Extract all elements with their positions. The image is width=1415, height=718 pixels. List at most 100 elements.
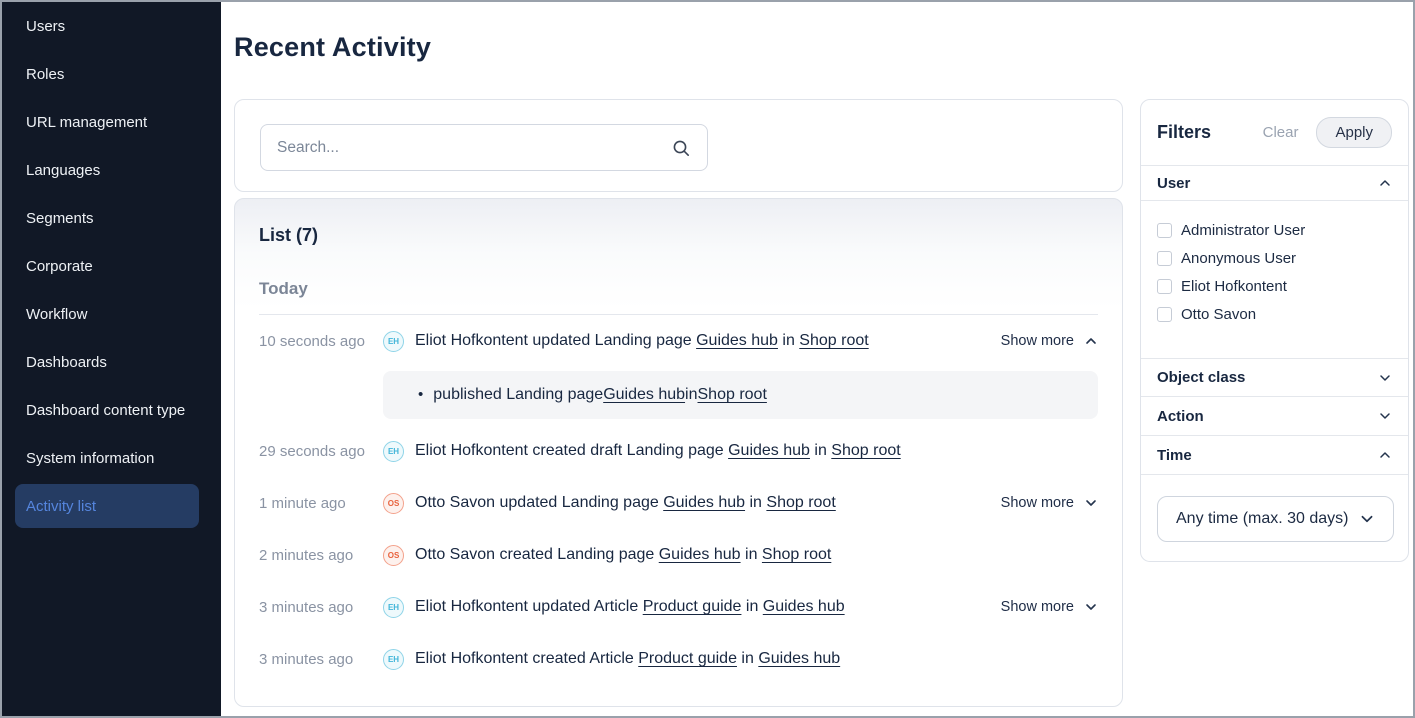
- checkbox[interactable]: [1157, 223, 1172, 238]
- activity-row: 29 seconds ago EH Eliot Hofkontent creat…: [259, 425, 1098, 477]
- sidebar-item-dashboards[interactable]: Dashboards: [2, 338, 221, 386]
- content-link[interactable]: Guides hub: [603, 386, 685, 404]
- avatar-os: OS: [383, 545, 404, 566]
- content-link[interactable]: Guides hub: [696, 332, 778, 349]
- activity-timestamp: 29 seconds ago: [259, 443, 383, 460]
- group-label-today: Today: [259, 279, 1098, 299]
- user-option-anonymous[interactable]: Anonymous User: [1157, 250, 1392, 267]
- activity-text: Eliot Hofkontent created Article: [415, 650, 638, 667]
- show-more-toggle[interactable]: Show more: [1001, 599, 1098, 615]
- checkbox-label: Anonymous User: [1181, 250, 1296, 267]
- search-icon[interactable]: [671, 138, 691, 158]
- location-link[interactable]: Shop root: [762, 546, 831, 563]
- detail-text: published Landing page: [433, 386, 603, 404]
- activity-row: 10 seconds ago EH Eliot Hofkontent updat…: [259, 315, 1098, 367]
- show-more-label: Show more: [1001, 599, 1074, 615]
- checkbox-label: Eliot Hofkontent: [1181, 278, 1287, 295]
- search-card: [234, 99, 1123, 192]
- activity-description: Otto Savon created Landing page Guides h…: [415, 546, 1098, 564]
- sidebar-item-segments[interactable]: Segments: [2, 194, 221, 242]
- filters-panel: Filters Clear Apply User Administrator U…: [1140, 99, 1409, 562]
- search-input[interactable]: [277, 139, 671, 157]
- content-link[interactable]: Product guide: [643, 598, 742, 615]
- sidebar-item-roles[interactable]: Roles: [2, 50, 221, 98]
- filters-header: Filters Clear Apply: [1141, 100, 1408, 166]
- activity-text: in: [737, 650, 758, 667]
- activity-list-card: List (7) Today 10 seconds ago EH Eliot H…: [234, 198, 1123, 707]
- activity-text: Eliot Hofkontent created draft Landing p…: [415, 442, 728, 459]
- checkbox[interactable]: [1157, 279, 1172, 294]
- chevron-down-icon: [1084, 600, 1098, 614]
- filter-section-label: Object class: [1157, 369, 1245, 386]
- checkbox-label: Otto Savon: [1181, 306, 1256, 323]
- chevron-up-icon: [1084, 334, 1098, 348]
- time-range-value: Any time (max. 30 days): [1176, 510, 1359, 528]
- avatar-eh: EH: [383, 331, 404, 352]
- activity-description: Eliot Hofkontent created draft Landing p…: [415, 442, 1098, 460]
- user-option-eliot[interactable]: Eliot Hofkontent: [1157, 278, 1392, 295]
- location-link[interactable]: Shop root: [698, 386, 767, 404]
- content-link[interactable]: Guides hub: [659, 546, 741, 563]
- chevron-down-icon: [1378, 409, 1392, 423]
- checkbox[interactable]: [1157, 307, 1172, 322]
- time-range-select[interactable]: Any time (max. 30 days): [1157, 496, 1394, 542]
- activity-text: Otto Savon updated Landing page: [415, 494, 663, 511]
- content-link[interactable]: Guides hub: [728, 442, 810, 459]
- filter-section-label: Action: [1157, 408, 1204, 425]
- content-link[interactable]: Guides hub: [663, 494, 745, 511]
- filter-section-user[interactable]: User: [1141, 166, 1408, 201]
- sidebar-item-languages[interactable]: Languages: [2, 146, 221, 194]
- location-link[interactable]: Shop root: [799, 332, 868, 349]
- sidebar-item-dashboard-content-type[interactable]: Dashboard content type: [2, 386, 221, 434]
- activity-text: Eliot Hofkontent updated Article: [415, 598, 643, 615]
- location-link[interactable]: Guides hub: [763, 598, 845, 615]
- activity-detail-box: published Landing page Guides hub in Sho…: [383, 371, 1098, 419]
- show-more-toggle[interactable]: Show more: [1001, 495, 1098, 511]
- activity-timestamp: 1 minute ago: [259, 495, 383, 512]
- checkbox[interactable]: [1157, 251, 1172, 266]
- page-title: Recent Activity: [234, 32, 431, 63]
- activity-row: 3 minutes ago EH Eliot Hofkontent create…: [259, 633, 1098, 685]
- location-link[interactable]: Shop root: [831, 442, 900, 459]
- avatar-eh: EH: [383, 597, 404, 618]
- avatar-eh: EH: [383, 441, 404, 462]
- activity-timestamp: 3 minutes ago: [259, 651, 383, 668]
- sidebar-item-url-management[interactable]: URL management: [2, 98, 221, 146]
- bullet-icon: [418, 386, 433, 404]
- chevron-down-icon: [1084, 496, 1098, 510]
- location-link[interactable]: Shop root: [766, 494, 835, 511]
- show-more-toggle[interactable]: Show more: [1001, 333, 1098, 349]
- content-link[interactable]: Product guide: [638, 650, 737, 667]
- location-link[interactable]: Guides hub: [758, 650, 840, 667]
- activity-description: Eliot Hofkontent updated Article Product…: [415, 598, 989, 616]
- show-more-label: Show more: [1001, 333, 1074, 349]
- avatar-eh: EH: [383, 649, 404, 670]
- filter-section-label: Time: [1157, 447, 1192, 464]
- filter-section-object-class[interactable]: Object class: [1141, 358, 1408, 397]
- filter-section-action[interactable]: Action: [1141, 397, 1408, 436]
- chevron-up-icon: [1378, 448, 1392, 462]
- activity-timestamp: 10 seconds ago: [259, 333, 383, 350]
- sidebar-item-system-information[interactable]: System information: [2, 434, 221, 482]
- avatar-os: OS: [383, 493, 404, 514]
- filter-section-label: User: [1157, 175, 1190, 192]
- activity-row: 2 minutes ago OS Otto Savon created Land…: [259, 529, 1098, 581]
- clear-button[interactable]: Clear: [1263, 124, 1299, 141]
- sidebar-item-workflow[interactable]: Workflow: [2, 290, 221, 338]
- sidebar-item-activity-list[interactable]: Activity list: [15, 484, 199, 528]
- sidebar-item-users[interactable]: Users: [2, 2, 221, 50]
- user-option-administrator[interactable]: Administrator User: [1157, 222, 1392, 239]
- show-more-label: Show more: [1001, 495, 1074, 511]
- activity-description: Eliot Hofkontent updated Landing page Gu…: [415, 332, 989, 350]
- filter-section-time[interactable]: Time: [1141, 436, 1408, 475]
- activity-text: in: [741, 546, 762, 563]
- sidebar-item-corporate[interactable]: Corporate: [2, 242, 221, 290]
- apply-button[interactable]: Apply: [1316, 117, 1392, 148]
- activity-row: 1 minute ago OS Otto Savon updated Landi…: [259, 477, 1098, 529]
- sidebar: Users Roles URL management Languages Seg…: [2, 2, 221, 716]
- activity-timestamp: 2 minutes ago: [259, 547, 383, 564]
- activity-timestamp: 3 minutes ago: [259, 599, 383, 616]
- user-option-otto[interactable]: Otto Savon: [1157, 306, 1392, 323]
- activity-text: Eliot Hofkontent updated Landing page: [415, 332, 696, 349]
- activity-list-screen: Users Roles URL management Languages Seg…: [0, 0, 1415, 718]
